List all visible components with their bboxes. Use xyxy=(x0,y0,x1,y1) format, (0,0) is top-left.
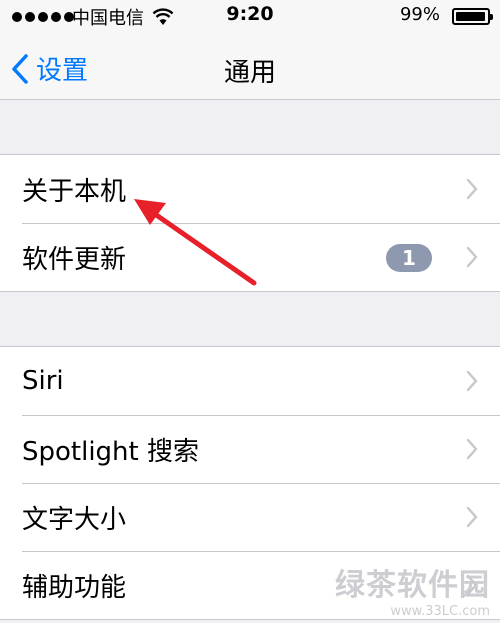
chevron-right-icon xyxy=(466,370,478,392)
row-label: 文字大小 xyxy=(22,504,127,535)
top-bar: 中国电信 9:20 99% 设置 通用 xyxy=(0,0,500,100)
row-label: 关于本机 xyxy=(22,176,127,207)
battery-percent: 99% xyxy=(399,4,440,25)
row-label: Siri xyxy=(22,366,64,396)
page-title: 通用 xyxy=(223,58,276,88)
settings-group-1: 关于本机 软件更新 1 xyxy=(0,154,500,292)
navigation-bar: 设置 通用 xyxy=(0,36,500,100)
watermark: 绿茶软件园 www.33LC.com xyxy=(335,560,490,619)
status-bar: 中国电信 9:20 99% xyxy=(0,0,500,36)
battery-icon xyxy=(452,8,493,25)
row-software-update[interactable]: 软件更新 1 xyxy=(0,223,500,291)
chevron-right-icon xyxy=(466,178,478,200)
row-label: Spotlight 搜索 xyxy=(22,436,199,467)
row-label: 辅助功能 xyxy=(22,572,127,603)
row-about[interactable]: 关于本机 xyxy=(0,155,500,223)
update-count-badge: 1 xyxy=(386,244,432,272)
row-spotlight-search[interactable]: Spotlight 搜索 xyxy=(0,415,500,483)
chevron-right-icon xyxy=(466,506,478,528)
chevron-right-icon xyxy=(466,438,478,460)
chevron-right-icon xyxy=(466,246,478,268)
row-siri[interactable]: Siri xyxy=(0,347,500,415)
row-text-size[interactable]: 文字大小 xyxy=(0,483,500,551)
row-label: 软件更新 xyxy=(22,244,127,275)
watermark-name: 绿茶软件园 xyxy=(335,568,490,603)
watermark-url: www.33LC.com xyxy=(390,604,490,619)
